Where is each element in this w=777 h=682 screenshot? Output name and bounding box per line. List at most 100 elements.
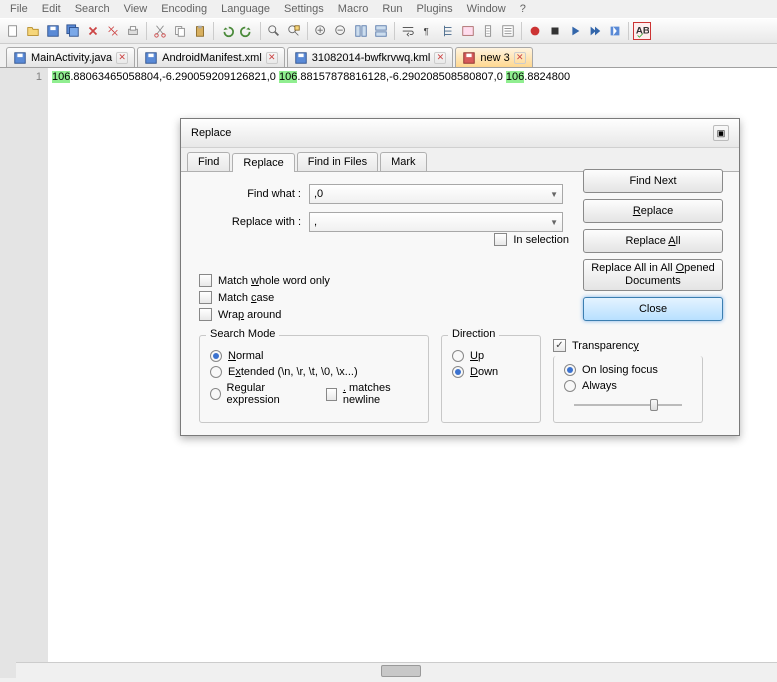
menu-file[interactable]: File [4,2,34,16]
func-list-icon[interactable] [499,22,517,40]
horizontal-scrollbar[interactable] [16,662,777,678]
play-multi-icon[interactable] [586,22,604,40]
file-tab[interactable]: MainActivity.java ✕ [6,47,135,67]
tab-close-icon[interactable]: ✕ [116,52,128,64]
zoom-in-icon[interactable] [312,22,330,40]
menu-settings[interactable]: Settings [278,2,330,16]
doc-map-icon[interactable] [479,22,497,40]
dialog-body: Find what : ,0▼ Replace with : ,▼ In sel… [181,172,739,435]
new-file-icon[interactable] [4,22,22,40]
find-what-label: Find what : [199,188,309,200]
find-what-input[interactable]: ,0▼ [309,184,563,204]
file-icon [294,51,308,65]
replace-icon[interactable] [285,22,303,40]
radio-regex[interactable]: Regular expression . matches newline [210,382,418,406]
menu-macro[interactable]: Macro [332,2,375,16]
menu-search[interactable]: Search [69,2,116,16]
file-tab-active[interactable]: new 3 ✕ [455,47,532,67]
find-next-button[interactable]: Find Next [583,169,723,193]
close-all-icon[interactable] [104,22,122,40]
menu-language[interactable]: Language [215,2,276,16]
zoom-out-icon[interactable] [332,22,350,40]
transparency-slider[interactable] [564,396,692,414]
menu-encoding[interactable]: Encoding [155,2,213,16]
print-icon[interactable] [124,22,142,40]
checkbox-icon [494,233,507,246]
menu-edit[interactable]: Edit [36,2,67,16]
scrollbar-thumb[interactable] [381,665,421,677]
menu-help[interactable]: ? [514,2,532,16]
undo-icon[interactable] [218,22,236,40]
paste-icon[interactable] [191,22,209,40]
group-label: Search Mode [206,328,279,340]
find-icon[interactable] [265,22,283,40]
file-tab-bar: MainActivity.java ✕ AndroidManifest.xml … [0,44,777,68]
file-icon [13,51,27,65]
user-lang-icon[interactable] [459,22,477,40]
record-macro-icon[interactable] [526,22,544,40]
chevron-down-icon[interactable]: ▼ [550,218,558,227]
radio-icon [210,388,221,400]
menu-plugins[interactable]: Plugins [411,2,459,16]
toolbar: ¶ ABC [0,18,777,44]
dialog-titlebar[interactable]: Replace ▣ [181,119,739,148]
radio-on-losing-focus[interactable]: On losing focus [564,364,692,376]
cut-icon[interactable] [151,22,169,40]
highlight: 106 [52,71,70,83]
indent-guide-icon[interactable] [439,22,457,40]
stop-macro-icon[interactable] [546,22,564,40]
radio-up[interactable]: Up [452,350,530,362]
save-icon[interactable] [44,22,62,40]
spellcheck-icon[interactable]: ABC [633,22,651,40]
menu-view[interactable]: View [118,2,154,16]
show-all-chars-icon[interactable]: ¶ [419,22,437,40]
save-all-icon[interactable] [64,22,82,40]
svg-text:ABC: ABC [636,26,649,37]
tab-close-icon[interactable]: ✕ [266,52,278,64]
word-wrap-icon[interactable] [399,22,417,40]
open-file-icon[interactable] [24,22,42,40]
close-file-icon[interactable] [84,22,102,40]
copy-icon[interactable] [171,22,189,40]
radio-icon [564,364,576,376]
menu-window[interactable]: Window [461,2,512,16]
file-tab[interactable]: AndroidManifest.xml ✕ [137,47,285,67]
radio-extended[interactable]: Extended (\n, \r, \t, \0, \x...) [210,366,418,378]
play-macro-icon[interactable] [566,22,584,40]
tab-find-in-files[interactable]: Find in Files [297,152,378,171]
radio-icon [564,380,576,392]
dialog-close-icon[interactable]: ▣ [713,125,729,141]
transparency-group: ✓Transparency On losing focus Always [553,335,703,423]
radio-icon [210,350,222,362]
radio-down[interactable]: Down [452,366,530,378]
checkbox-icon: ✓ [553,339,566,352]
highlight: 106 [506,71,524,83]
slider-thumb[interactable] [650,399,658,411]
tab-find[interactable]: Find [187,152,230,171]
tab-close-icon[interactable]: ✕ [434,52,446,64]
transparency-check[interactable]: ✓Transparency [553,339,703,352]
sync-h-icon[interactable] [372,22,390,40]
radio-always[interactable]: Always [564,380,692,392]
radio-icon [452,350,464,362]
svg-text:¶: ¶ [424,27,429,38]
checkbox-icon [326,388,337,401]
tab-mark[interactable]: Mark [380,152,426,171]
replace-all-button[interactable]: Replace All [583,229,723,253]
close-button[interactable]: Close [583,297,723,321]
menu-run[interactable]: Run [376,2,408,16]
file-tab[interactable]: 31082014-bwfkrvwq.kml ✕ [287,47,454,67]
sync-v-icon[interactable] [352,22,370,40]
radio-normal[interactable]: Normal [210,350,418,362]
replace-with-input[interactable]: ,▼ [309,212,563,232]
replace-all-opened-button[interactable]: Replace All in All OpenedDocuments [583,259,723,291]
checkbox-icon [199,308,212,321]
tab-replace[interactable]: Replace [232,153,294,172]
in-selection-check[interactable]: In selection [494,233,569,246]
tab-close-icon[interactable]: ✕ [514,52,526,64]
replace-button[interactable]: Replace [583,199,723,223]
chevron-down-icon[interactable]: ▼ [550,190,558,199]
save-macro-icon[interactable] [606,22,624,40]
radio-icon [452,366,464,378]
redo-icon[interactable] [238,22,256,40]
